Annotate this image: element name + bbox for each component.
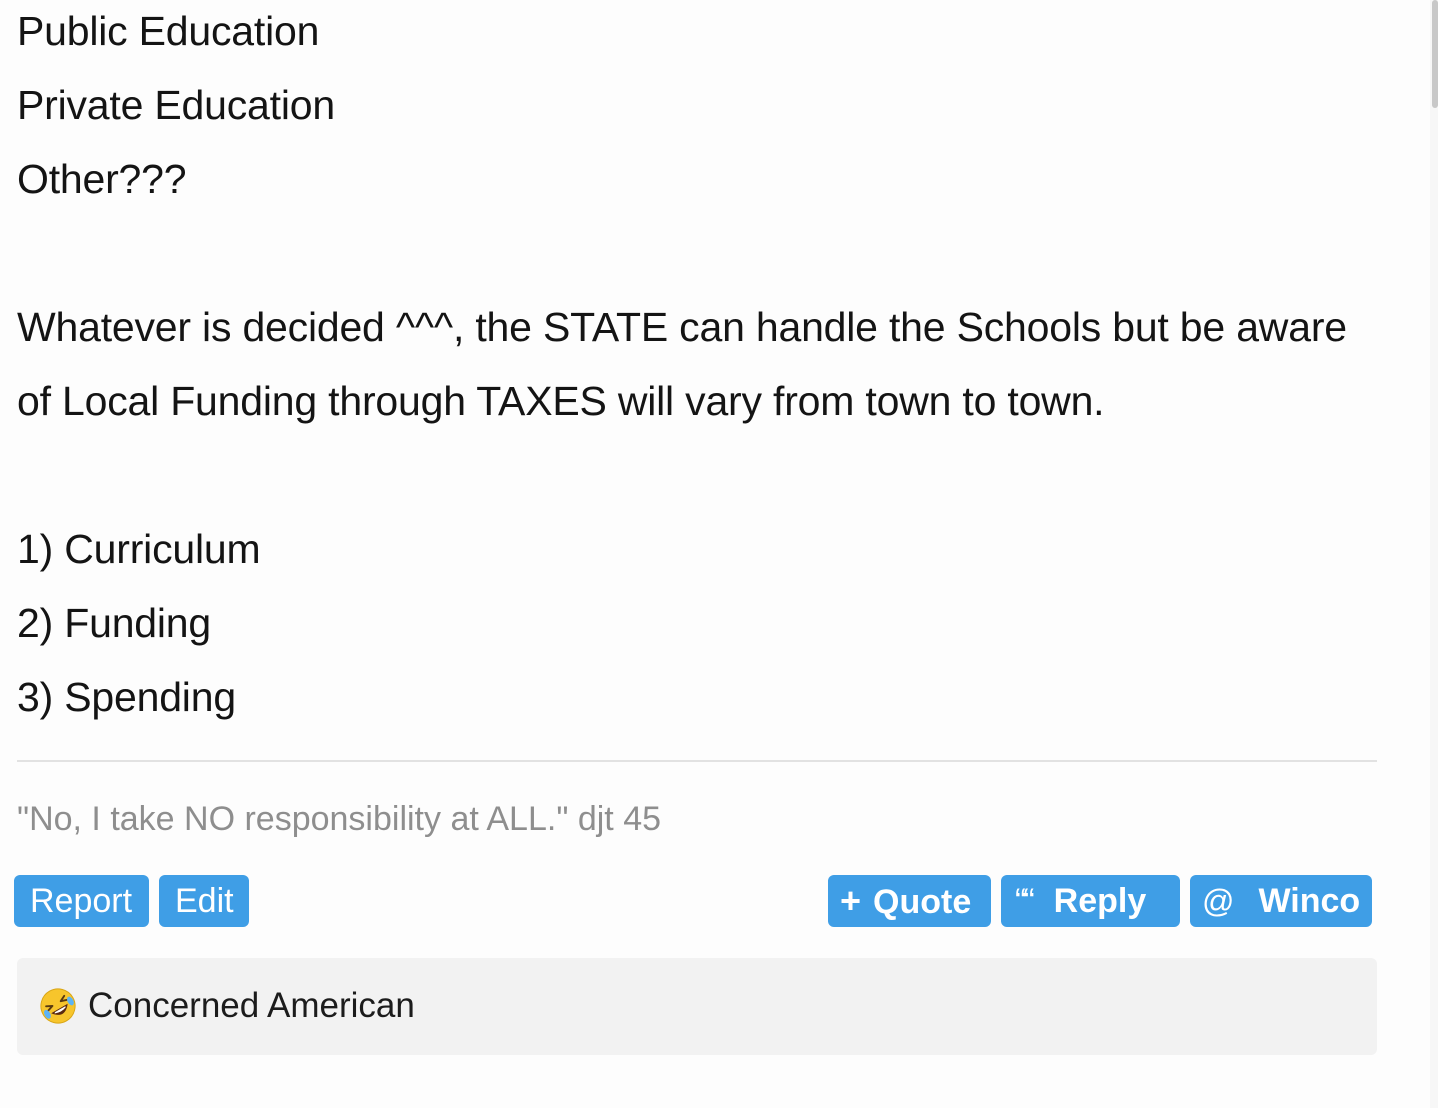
- post-line: 1) Curriculum: [17, 526, 261, 572]
- report-button[interactable]: Report: [14, 875, 149, 927]
- post-line: 2) Funding: [17, 600, 212, 646]
- post-line: of Local Funding through TAXES will vary…: [17, 378, 1105, 424]
- edit-button[interactable]: Edit: [159, 875, 249, 927]
- reply-button[interactable]: ““ Reply: [1001, 875, 1180, 927]
- quote-marks-icon: ““: [1015, 882, 1035, 920]
- scrollbar-thumb[interactable]: [1432, 0, 1438, 108]
- forum-post: Public Education Private Education Other…: [0, 0, 1438, 1108]
- quote-label: Quote: [873, 883, 972, 921]
- post-line: Other???: [17, 156, 187, 202]
- at-icon: @: [1202, 883, 1235, 919]
- reactions-bar: Concerned American: [17, 958, 1377, 1055]
- post-line: Whatever is decided ^^^, the STATE can h…: [17, 304, 1347, 350]
- signature-divider: [17, 760, 1377, 762]
- user-signature: "No, I take NO responsibility at ALL." d…: [17, 800, 662, 838]
- post-line: 3) Spending: [17, 674, 236, 720]
- mention-button[interactable]: @ Winco: [1190, 875, 1372, 927]
- post-line: Public Education: [17, 8, 320, 54]
- plus-icon: +: [840, 880, 862, 921]
- report-label: Report: [30, 882, 133, 920]
- rolling-on-floor-laughing-icon[interactable]: [39, 987, 77, 1025]
- multi-quote-button[interactable]: + Quote: [828, 875, 991, 927]
- reply-label: Reply: [1053, 882, 1147, 920]
- edit-label: Edit: [175, 882, 234, 920]
- scrollbar-track[interactable]: [1430, 0, 1438, 1108]
- mention-label: Winco: [1258, 882, 1361, 920]
- reaction-user-name[interactable]: Concerned American: [88, 983, 415, 1029]
- post-line: Private Education: [17, 82, 335, 128]
